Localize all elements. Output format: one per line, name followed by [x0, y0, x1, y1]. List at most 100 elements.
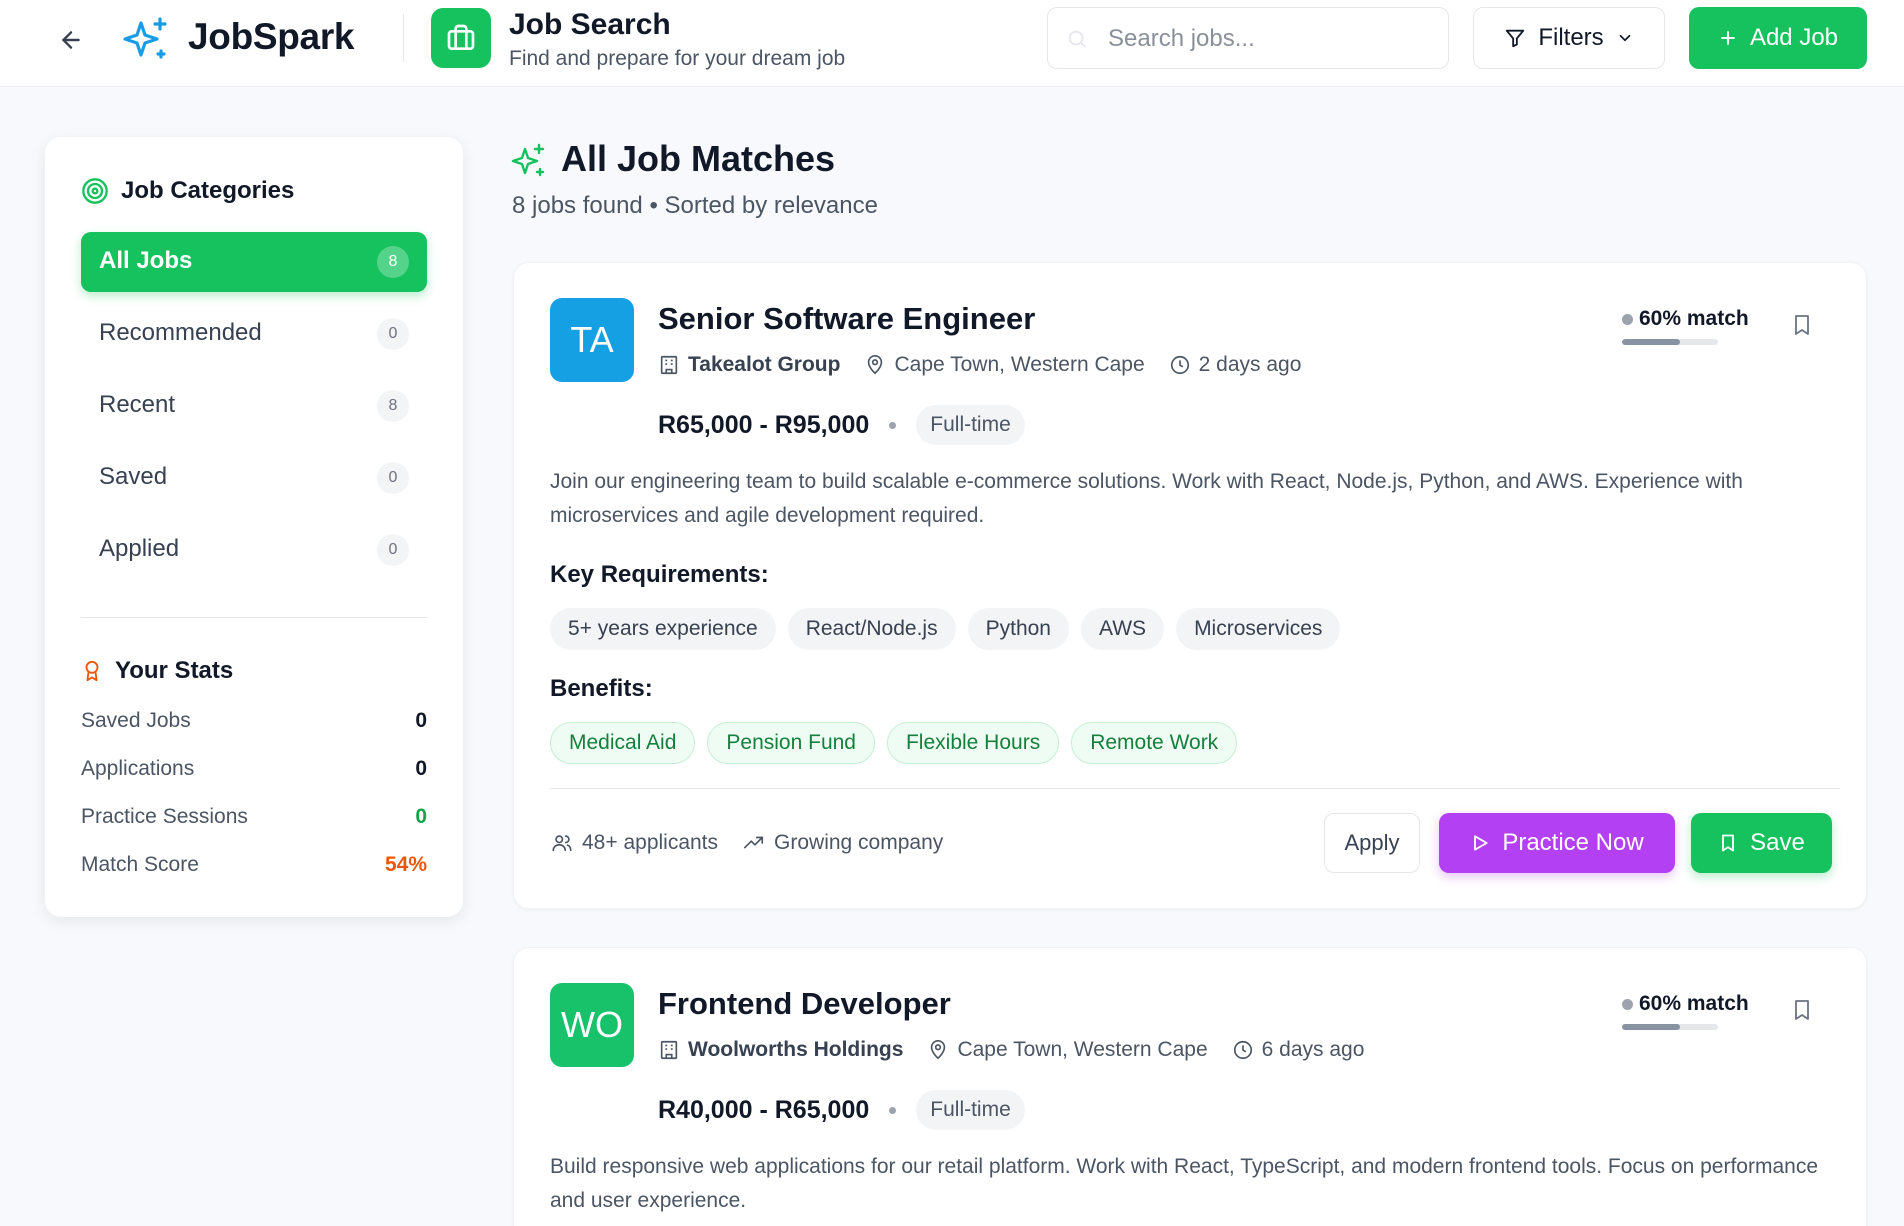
chevron-down-icon — [1619, 34, 1630, 42]
page-title: Job Search — [509, 8, 671, 41]
bookmark-button[interactable] — [1790, 996, 1814, 1024]
company-avatar: TA — [550, 298, 634, 382]
applicants-count: 48+ applicants — [582, 831, 719, 854]
match-dot — [1622, 998, 1633, 1010]
sidebar-divider — [81, 617, 427, 618]
category-label: Recommended — [99, 319, 262, 346]
briefcase-icon — [447, 24, 475, 50]
job-location: Cape Town, Western Cape — [957, 1038, 1208, 1061]
save-label: Save — [1750, 829, 1805, 856]
apply-button[interactable]: Apply — [1324, 813, 1420, 873]
benefits-list: Medical Aid Pension Fund Flexible Hours … — [550, 722, 1238, 764]
job-card: WO Frontend Developer Woolworths Holding… — [513, 947, 1867, 1226]
match-indicator: 60% match — [1622, 307, 1749, 345]
requirement-tag: React/Node.js — [787, 608, 956, 650]
salary-row: R65,000 - R95,000 Full-time — [658, 405, 1025, 445]
job-footer-meta: 48+ applicants Growing company — [550, 831, 943, 855]
separator-dot — [889, 421, 897, 429]
benefit-tag: Medical Aid — [550, 722, 696, 764]
stat-value: 54% — [384, 853, 427, 876]
search-input[interactable] — [1108, 20, 1428, 58]
stat-value: 0 — [415, 805, 427, 828]
match-label: 60% match — [1639, 992, 1749, 1015]
stat-label: Match Score — [81, 853, 199, 876]
job-title[interactable]: Senior Software Engineer — [658, 301, 1035, 337]
category-count: 0 — [377, 318, 409, 350]
requirement-tag: AWS — [1081, 608, 1165, 650]
stat-label: Applications — [81, 757, 195, 780]
category-label: Saved — [99, 463, 168, 490]
main-title: All Job Matches — [561, 138, 836, 179]
page-icon-badge — [431, 8, 491, 68]
back-button[interactable] — [55, 24, 87, 56]
map-pin-icon — [868, 355, 883, 375]
bookmark-button[interactable] — [1790, 311, 1814, 339]
sparkles-logo-icon — [121, 15, 171, 63]
stat-value: 0 — [415, 757, 427, 780]
category-applied[interactable]: Applied 0 — [81, 520, 427, 580]
category-recent[interactable]: Recent 8 — [81, 376, 427, 436]
bookmark-icon — [1795, 315, 1809, 335]
job-location: Cape Town, Western Cape — [894, 353, 1145, 376]
match-bar-fill — [1622, 1024, 1680, 1030]
company-avatar: WO — [550, 983, 634, 1067]
bookmark-icon — [1722, 834, 1735, 852]
job-title[interactable]: Frontend Developer — [658, 986, 951, 1022]
save-button[interactable]: Save — [1691, 813, 1832, 873]
card-divider — [550, 788, 1840, 789]
stat-practice-sessions: Practice Sessions 0 — [81, 805, 427, 835]
category-saved[interactable]: Saved 0 — [81, 448, 427, 508]
categories-title: Job Categories — [121, 177, 295, 204]
plus-icon — [1721, 31, 1735, 45]
job-card: TA Senior Software Engineer Takealot Gro… — [513, 262, 1867, 909]
search-box — [1047, 7, 1449, 69]
posted-time: 2 days ago — [1198, 353, 1302, 376]
trending-up-icon — [744, 836, 764, 849]
top-header: JobSpark Job Search Find and prepare for… — [0, 0, 1904, 87]
match-indicator: 60% match — [1622, 992, 1749, 1030]
users-icon — [552, 835, 572, 852]
add-job-button[interactable]: Add Job — [1689, 7, 1867, 69]
match-bar — [1622, 1024, 1718, 1030]
category-count: 0 — [377, 462, 409, 494]
posted-time: 6 days ago — [1261, 1038, 1365, 1061]
benefits-heading: Benefits: — [550, 675, 653, 702]
requirements-list: 5+ years experience React/Node.js Python… — [550, 608, 1341, 650]
stat-match-score: Match Score 54% — [81, 853, 427, 883]
company-name: Takealot Group — [688, 353, 841, 376]
category-count: 8 — [377, 246, 409, 278]
building-icon — [660, 1040, 678, 1060]
filters-button[interactable]: Filters — [1473, 7, 1665, 69]
requirement-tag: Python — [967, 608, 1069, 650]
job-type-badge: Full-time — [916, 405, 1025, 445]
job-meta: Woolworths Holdings Cape Town, Western C… — [658, 1038, 1380, 1062]
benefit-tag: Remote Work — [1071, 722, 1238, 764]
map-pin-icon — [931, 1040, 946, 1060]
separator-dot — [889, 1106, 897, 1114]
job-description: Build responsive web applications for ou… — [550, 1155, 1819, 1212]
category-label: All Jobs — [99, 247, 193, 274]
match-label: 60% match — [1639, 307, 1749, 330]
job-meta: Takealot Group Cape Town, Western Cape 2… — [658, 353, 1317, 377]
clock-icon — [1233, 1040, 1252, 1060]
practice-now-button[interactable]: Practice Now — [1439, 813, 1675, 873]
match-bar-fill — [1622, 339, 1680, 345]
stats-heading: Your Stats — [81, 657, 233, 685]
category-all-jobs[interactable]: All Jobs 8 — [81, 232, 427, 292]
stat-applications: Applications 0 — [81, 757, 427, 787]
category-count: 0 — [377, 534, 409, 566]
app-logo-text: JobSpark — [188, 16, 355, 57]
salary-row: R40,000 - R65,000 Full-time — [658, 1090, 1025, 1130]
job-description: Join our engineering team to build scala… — [550, 470, 1743, 527]
requirement-tag: Microservices — [1176, 608, 1341, 650]
match-dot — [1622, 313, 1633, 325]
play-icon — [1474, 835, 1488, 851]
filter-icon — [1506, 29, 1525, 48]
category-recommended[interactable]: Recommended 0 — [81, 304, 427, 364]
header-divider — [403, 14, 404, 62]
stats-title: Your Stats — [115, 657, 234, 684]
filters-label: Filters — [1538, 24, 1604, 51]
job-type-badge: Full-time — [916, 1090, 1025, 1130]
category-label: Recent — [99, 391, 176, 418]
categories-heading: Job Categories — [81, 177, 294, 205]
